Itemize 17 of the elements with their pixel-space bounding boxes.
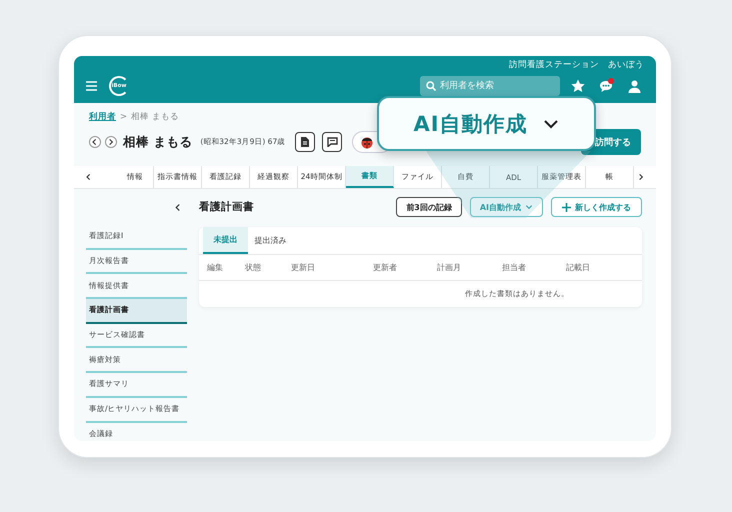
station-name: 訪問看護ステーション あいぼう bbox=[509, 59, 644, 71]
create-button[interactable]: 新しく作成する bbox=[551, 197, 642, 217]
column-header: 計画月 bbox=[437, 262, 462, 273]
column-header: 状態 bbox=[245, 262, 262, 273]
breadcrumb-separator: > bbox=[120, 112, 128, 122]
column-header: 記載日 bbox=[566, 262, 591, 273]
ai-generate-tooltip[interactable]: AI自動作成 bbox=[377, 96, 596, 151]
patient-name: 相棒 まもる bbox=[123, 134, 192, 150]
status-tab[interactable]: 提出済み bbox=[248, 227, 293, 254]
document-title: 看護計画書 bbox=[199, 200, 255, 214]
column-header: 編集 bbox=[207, 262, 224, 273]
column-header: 更新日 bbox=[291, 262, 316, 273]
column-header: 更新者 bbox=[373, 262, 398, 273]
breadcrumb-current: 相棒 まもる bbox=[131, 111, 179, 123]
column-header: 担当者 bbox=[502, 262, 527, 273]
breadcrumb-link[interactable]: 利用者 bbox=[89, 111, 116, 123]
previous-records-button[interactable]: 前3回の記録 bbox=[396, 197, 462, 217]
